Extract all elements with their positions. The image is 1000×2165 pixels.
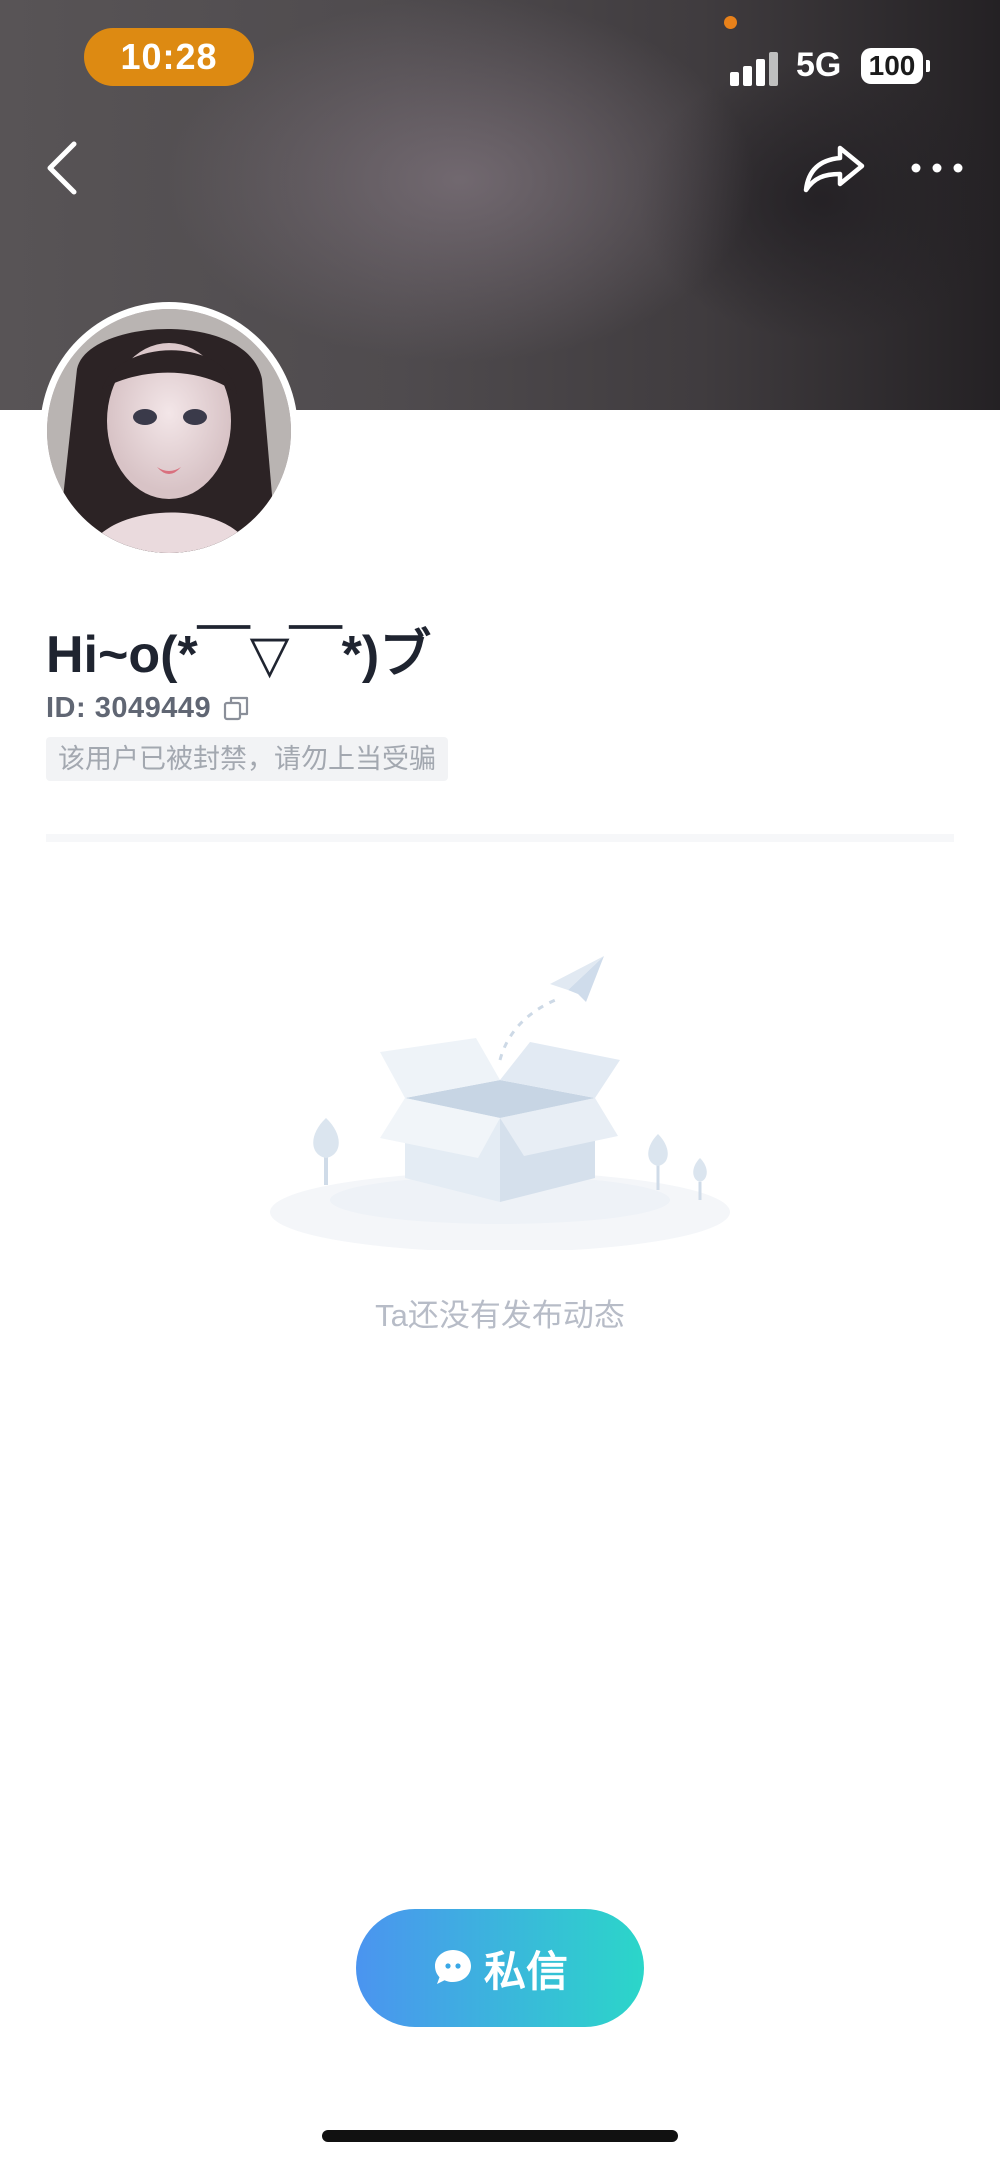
battery-tip bbox=[926, 60, 930, 72]
ban-notice-badge: 该用户已被封禁，请勿上当受骗 bbox=[46, 737, 448, 781]
battery-icon: 100 bbox=[861, 48, 923, 84]
private-message-label: 私信 bbox=[483, 1947, 568, 1995]
status-time: 10:28 bbox=[84, 28, 254, 86]
privacy-indicator-dot bbox=[724, 16, 737, 29]
more-icon bbox=[911, 163, 963, 173]
empty-state-text: Ta还没有发布动态 bbox=[375, 1298, 625, 1333]
profile-nickname: Hi~o(*￣▽￣*)ブ bbox=[46, 626, 432, 684]
share-button[interactable] bbox=[800, 142, 868, 196]
avatar[interactable] bbox=[47, 309, 291, 553]
back-icon bbox=[47, 141, 77, 195]
copy-icon[interactable] bbox=[221, 693, 251, 723]
private-message-button[interactable]: 私信 bbox=[356, 1909, 644, 2027]
chat-bubble-icon bbox=[434, 1950, 471, 1984]
user-id: ID: 3049449 bbox=[46, 691, 212, 724]
network-type: 5G bbox=[796, 46, 842, 84]
share-icon bbox=[803, 145, 865, 193]
more-button[interactable] bbox=[906, 148, 968, 188]
home-indicator[interactable] bbox=[322, 2130, 678, 2142]
avatar-frame[interactable] bbox=[40, 302, 298, 560]
section-divider bbox=[46, 834, 954, 842]
user-id-row: ID: 3049449 bbox=[46, 688, 251, 728]
signal-icon bbox=[730, 48, 784, 86]
back-button[interactable] bbox=[40, 138, 84, 198]
empty-box-icon bbox=[270, 956, 730, 1250]
status-bar: 10:28 5G 100 bbox=[0, 0, 1000, 120]
